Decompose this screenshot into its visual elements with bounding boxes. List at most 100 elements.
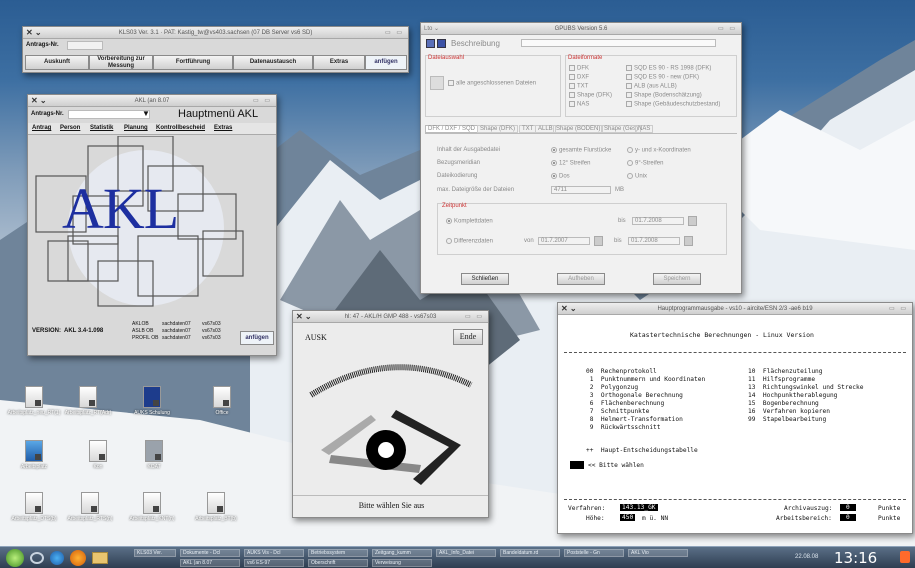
taskbar-item[interactable]: Bandeldatum.rd [500,549,560,557]
kataster-close-icon[interactable]: ✕ ⌄ [561,303,577,314]
akl-tab-antrag[interactable]: Antrag [32,125,51,131]
gpubs-max-input[interactable]: 4711 [551,186,611,194]
kataster-menu-item[interactable]: 14 Hochpunktherablegung [748,392,837,399]
gpubs-speichern-button[interactable]: Speichern [653,273,701,285]
gpubs-file-icon[interactable] [430,76,444,90]
taskbar-item[interactable]: Oberschrift [308,559,368,567]
kataster-menu-item[interactable]: 99 Stapelbearbeitung [748,416,826,423]
gpubs-tool-icon[interactable] [426,39,435,48]
gpubs-titlebar[interactable]: Lto ⌄ GPUBS Version 5.6 ▭ ▭ [421,23,741,35]
gpubs-format-checkbox[interactable]: TXT [569,83,588,90]
gpubs-tab[interactable]: Shape (DFK) [477,125,519,133]
taskbar-item[interactable]: AKL_Info_Datei [436,549,496,557]
kataster-menu-item[interactable]: 1 Punktnummern und Koordinaten [586,376,706,383]
kataster-menu-item[interactable]: 10 Flächenzuteilung [748,368,823,375]
kataster-hoehe-value[interactable]: 450 [620,514,636,521]
firefox-icon[interactable] [70,550,86,566]
gpubs-format-checkbox[interactable]: DFK [569,65,589,72]
network-icon[interactable] [30,552,44,564]
kataster-window-controls-icon[interactable]: ▭ ▭ [889,303,908,314]
akl-titlebar[interactable]: ✕ ⌄ AKL (an 8.07 ▭ ▭ [28,95,276,107]
desktop-icon[interactable]: Arbeitsplatz_BT(b) [186,492,246,522]
desktop-icon[interactable]: Arbeitsplatz [4,440,64,470]
gpubs-format-checkbox[interactable]: ALB (aus ALLB) [626,83,677,90]
calendar-icon[interactable] [594,236,603,246]
taskbar-item[interactable]: AUKS Vis - Dcl [244,549,304,557]
taskbar-item[interactable]: Betriebssystem [308,549,368,557]
taskbar-item[interactable]: Verweisung [372,559,432,567]
akl-tab-extras[interactable]: Extras [214,125,232,131]
taskbar-item[interactable]: KLS03 Ver. [134,549,176,557]
taskbar-item[interactable]: AKL (an 8.07 [180,559,240,567]
akl-anfuegen-button[interactable]: anfügen [240,331,274,345]
gpubs-radio-option[interactable]: gesamte Flurstücke [551,147,611,154]
folder-icon[interactable] [92,552,108,564]
gpubs-edit-icon[interactable] [437,39,446,48]
gpubs-date-input[interactable]: 01.7.2008 [628,237,680,245]
kls-window-controls-icon[interactable]: ▭ ▭ [385,27,404,38]
gpubs-aufheben-button[interactable]: Aufheben [557,273,605,285]
gpubs-alle-checkbox[interactable]: alle angeschlossenen Dateien [448,80,536,87]
desktop-icon[interactable]: AUKS Schulung [122,386,182,416]
taskbar-item[interactable]: Zeitgang_kumm [372,549,432,557]
gpubs-tab[interactable]: NAS [635,125,654,133]
kataster-menu-item[interactable]: 7 Schnittpunkte [586,408,650,415]
kataster-menu-item[interactable]: 6 Flächenberechnung [586,400,665,407]
gpubs-radio-option[interactable]: y- und x-Koordinaten [627,147,691,154]
akl-tab-kontrollbescheid[interactable]: Kontrollbescheid [156,125,205,131]
gpubs-diff-radio[interactable]: Differenzdaten [446,238,493,245]
kataster-menu-item[interactable]: 2 Polygonzug [586,384,638,391]
kls-titlebar[interactable]: ✕ ⌄ KLS03 Ver. 3.1 · PAT: Kastig_tw@vs40… [23,27,408,39]
taskbar-item[interactable]: AKL Vio [628,549,688,557]
kls-vorbereitung-button[interactable]: Vorbereitung zur Messung [89,55,153,70]
gpubs-radio-option[interactable]: Unix [627,173,647,180]
kataster-titlebar[interactable]: ✕ ⌄ Hauptprogrammausgabe - vs10 - aircit… [558,303,912,315]
gpubs-komplett-radio[interactable]: Komplettdaten [446,218,493,225]
akl-window-controls-icon[interactable]: ▭ ▭ [253,95,272,106]
kls-auftrag-input[interactable] [67,41,103,50]
taskbar-item[interactable]: Poststelle - Gn [564,549,624,557]
kataster-menu-item[interactable]: 8 Helmert-Transformation [586,416,683,423]
gpubs-radio-option[interactable]: Dos [551,173,570,180]
desktop-icon[interactable]: KOAT [124,440,184,470]
desktop-icon[interactable]: Arbeitsplatz_neu_RT(1) [4,386,64,416]
gpubs-format-checkbox[interactable]: SQD ES 90 - new (DFK) [626,74,699,81]
kataster-menu-item[interactable]: 13 Richtungswinkel und Strecke [748,384,863,391]
kataster-menu-item[interactable]: 00 Rechenprotokoll [586,368,657,375]
akl-close-icon[interactable]: ✕ ⌄ [31,95,47,106]
ausk-window-controls-icon[interactable]: ▭ ▭ [465,311,484,322]
kataster-menu-item[interactable]: 3 Orthogonale Berechnung [586,392,683,399]
taskbar-clock[interactable]: 13:16 [834,549,877,567]
kataster-back-item[interactable]: ++ Haupt-Entscheidungstabelle [586,447,698,454]
desktop-icon[interactable]: Office [192,386,252,416]
desktop-icon[interactable]: Arbeitsplatz_DTS(b) [4,492,64,522]
desktop-icon[interactable]: Kon [68,440,128,470]
gpubs-format-checkbox[interactable]: Shape (Gebäudeschutzbestand) [626,101,720,108]
gpubs-tab[interactable]: TXT [519,125,537,133]
akl-auftrag-input[interactable] [68,110,150,119]
desktop-icon[interactable]: Arbeitsplatz_RTS(n) [60,492,120,522]
taskbar-item[interactable]: vs6 ES-97 [244,559,304,567]
calendar-icon[interactable] [684,236,693,246]
kataster-verfahren-value[interactable]: 143.13_GK [620,504,658,511]
gpubs-format-checkbox[interactable]: DXF [569,74,589,81]
gpubs-schliessen-button[interactable]: Schließen [461,273,509,285]
akl-tab-statistik[interactable]: Statistik [90,125,113,131]
kls-anfuegen-button[interactable]: anfügen [365,55,407,70]
akl-tab-person[interactable]: Person [60,125,80,131]
start-menu-icon[interactable] [6,549,24,567]
kls-extras-button[interactable]: Extras [313,55,365,70]
gpubs-format-checkbox[interactable]: Shape (DFK) [569,92,612,99]
gpubs-format-checkbox[interactable]: Shape (Bodenschätzung) [626,92,702,99]
calendar-icon[interactable] [688,216,697,226]
gpubs-date-input[interactable]: 01.7.2007 [538,237,590,245]
kls-datenaustausch-button[interactable]: Datenaustausch [233,55,313,70]
gpubs-tab[interactable]: Shape (BODEN) [553,125,604,133]
notification-icon[interactable] [900,551,910,563]
ie-browser-icon[interactable] [50,551,64,565]
kataster-menu-item[interactable]: 9 Rückwärtsschnitt [586,424,661,431]
kataster-menu-item[interactable]: 11 Hilfsprogramme [748,376,815,383]
gpubs-tab[interactable]: DFK / DXF / SQD [425,125,479,133]
kataster-menu-item[interactable]: 16 Verfahren kopieren [748,408,830,415]
kls-auskunft-button[interactable]: Auskunft [25,55,89,70]
